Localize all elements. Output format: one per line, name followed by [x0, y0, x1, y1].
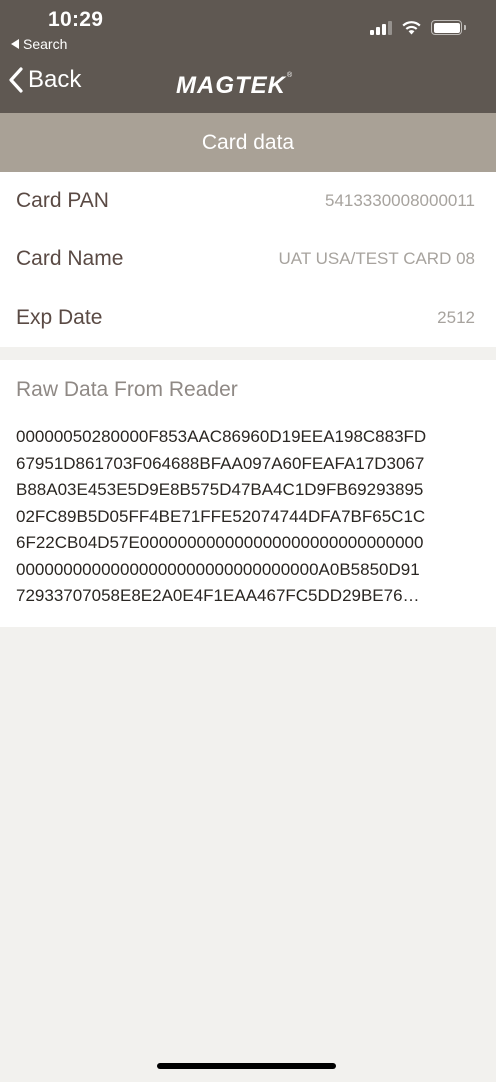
raw-data-line: B88A03E453E5D9E8B575D47BA4C1D9FB69293895 [16, 480, 424, 499]
exp-date-row: Exp Date 2512 [0, 289, 496, 347]
exp-date-label: Exp Date [16, 306, 103, 329]
card-name-label: Card Name [16, 247, 124, 270]
raw-data-text: 00000050280000F853AAC86960D19EEA198C883F… [16, 424, 486, 610]
back-triangle-icon [11, 39, 19, 49]
card-details-panel: Card PAN 5413330008000011 Card Name UAT … [0, 172, 496, 347]
cellular-signal-icon [370, 20, 392, 35]
battery-icon [431, 20, 466, 35]
status-time: 10:29 [48, 8, 104, 31]
raw-data-panel: Raw Data From Reader 00000050280000F853A… [0, 360, 496, 627]
card-pan-label: Card PAN [16, 189, 109, 212]
raw-data-line: 72933707058E8E2A0E4F1EAA467FC5DD29BE76… [16, 586, 420, 605]
status-icons [370, 20, 466, 35]
raw-data-line: 6F22CB04D57E0000000000000000000000000000… [16, 533, 424, 552]
card-name-row: Card Name UAT USA/TEST CARD 08 [0, 230, 496, 288]
card-pan-value: 5413330008000011 [324, 191, 475, 210]
magtek-logo: MAGTEK® [176, 72, 294, 99]
raw-data-title: Raw Data From Reader [16, 378, 238, 401]
return-to-search-label: Search [23, 36, 68, 52]
exp-date-value: 2512 [437, 308, 475, 327]
raw-data-line: 00000050280000F853AAC86960D19EEA198C883F… [16, 427, 427, 446]
return-to-search-button[interactable]: Search [11, 36, 67, 52]
navigation-bar: 10:29 Search Back MAGTEK® [0, 0, 496, 113]
raw-data-line: 02FC89B5D05FF4BE71FFE52074744DFA7BF65C1C [16, 506, 426, 526]
card-pan-row: Card PAN 5413330008000011 [0, 172, 496, 230]
chevron-left-icon [9, 67, 23, 93]
home-indicator[interactable] [157, 1063, 336, 1069]
page-title: Card data [0, 113, 496, 172]
back-label: Back [28, 66, 82, 93]
back-button[interactable]: Back [8, 66, 81, 94]
wifi-icon [402, 21, 421, 35]
raw-data-line: 00000000000000000000000000000000A0B5850D… [16, 559, 420, 579]
raw-data-line: 67951D861703F064688BFAA097A60FEAFA17D306… [16, 453, 425, 473]
card-name-value: UAT USA/TEST CARD 08 [278, 249, 476, 268]
